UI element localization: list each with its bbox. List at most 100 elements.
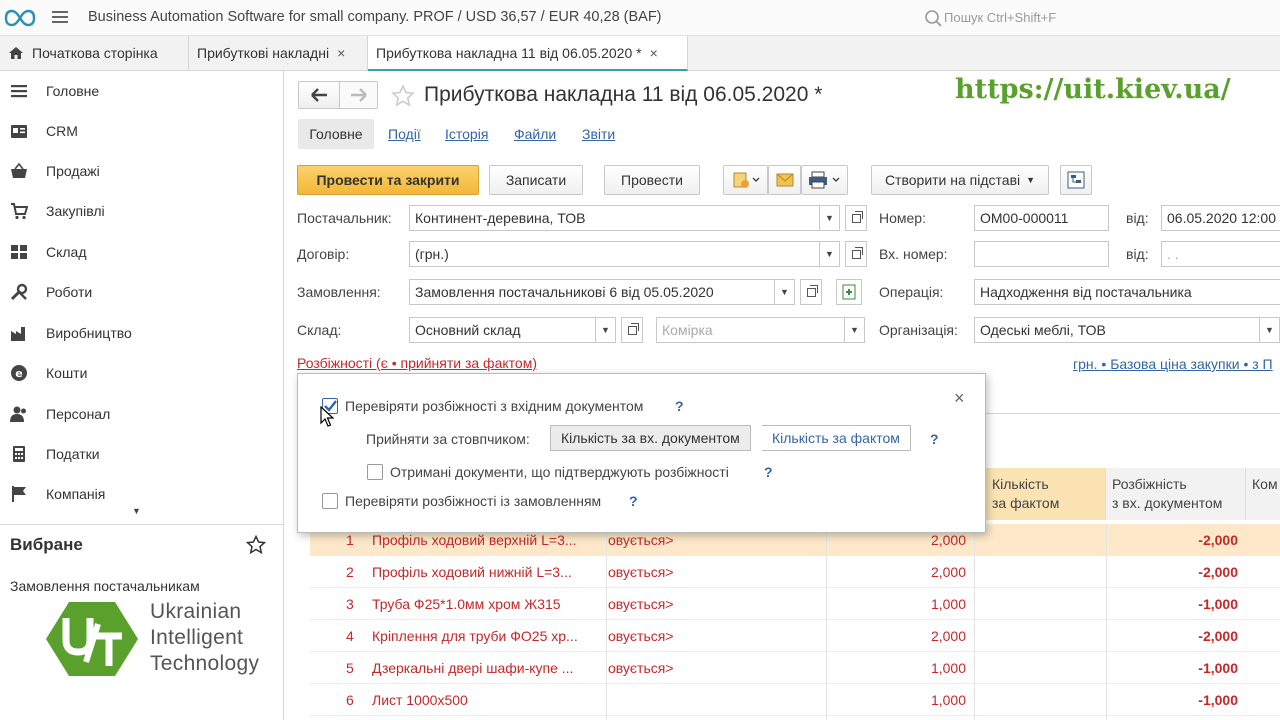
table-row[interactable]: 2 Профіль ходовий нижній L=3... овується… — [310, 556, 1280, 588]
check-order-checkbox[interactable] — [322, 493, 338, 509]
contract-dropdown-icon[interactable]: ▼ — [820, 241, 840, 267]
order-open-icon[interactable] — [800, 279, 822, 305]
menu-lines-icon — [11, 85, 27, 98]
order-dropdown-icon[interactable]: ▼ — [775, 279, 795, 305]
sidebar-item-money[interactable]: e Кошти — [0, 353, 283, 393]
sidebar-item-purchases[interactable]: Закупівлі — [0, 191, 283, 231]
sidebar-item-works[interactable]: Роботи — [0, 272, 283, 312]
column-comment[interactable]: Ком — [1246, 468, 1280, 520]
structure-button[interactable] — [1060, 165, 1092, 195]
discrepancy-link[interactable]: Розбіжності (є • прийняти за фактом) — [297, 355, 537, 371]
contract-open-icon[interactable] — [845, 241, 867, 267]
number-field[interactable]: ОМ00-000011 — [974, 205, 1109, 231]
tab-receipt-document[interactable]: Прибуткова накладна 11 від 06.05.2020 * × — [368, 36, 688, 71]
storage-cell-dropdown-icon[interactable]: ▼ — [845, 317, 865, 343]
chevron-down-icon[interactable]: ▼ — [132, 506, 141, 516]
organization-dropdown-icon[interactable]: ▼ — [1260, 317, 1280, 343]
favorite-star-icon[interactable] — [391, 84, 415, 108]
storage-cell-field[interactable]: Комірка — [656, 317, 845, 343]
close-tab-icon[interactable]: × — [337, 45, 345, 61]
hamburger-menu-icon[interactable] — [52, 9, 68, 25]
sidebar-item-taxes[interactable]: Податки — [0, 434, 283, 474]
table-row[interactable]: 5 Дзеркальні двері шафи-купе ... овуєтьс… — [310, 652, 1280, 684]
form-tab-history[interactable]: Історія — [445, 126, 488, 142]
supplier-dropdown-icon[interactable]: ▼ — [820, 205, 840, 231]
search-input[interactable]: Пошук Ctrl+Shift+F — [944, 10, 1056, 25]
sidebar-item-label: Роботи — [46, 284, 93, 300]
post-and-close-button[interactable]: Провести та закрити — [297, 165, 479, 195]
column-qty-fact[interactable]: Кількість за фактом — [986, 468, 1106, 520]
incoming-number-label: Вх. номер: — [879, 246, 948, 262]
warehouse-dropdown-icon[interactable]: ▼ — [596, 317, 616, 343]
divider — [0, 524, 284, 525]
warehouse-field[interactable]: Основний склад — [409, 317, 596, 343]
arrow-right-icon — [351, 88, 367, 102]
sidebar-item-warehouse[interactable]: Склад — [0, 232, 283, 272]
help-icon[interactable]: ? — [930, 431, 939, 447]
logo-text: Ukrainian — [150, 600, 242, 623]
warehouse-open-icon[interactable] — [621, 317, 643, 343]
post-button[interactable]: Провести — [604, 165, 700, 195]
organization-field[interactable]: Одеські меблі, ТОВ — [974, 317, 1260, 343]
attachments-button[interactable] — [723, 165, 768, 195]
forward-button[interactable] — [340, 81, 378, 109]
close-icon[interactable]: × — [954, 388, 965, 409]
sidebar-item-label: Склад — [46, 244, 87, 260]
column-separator — [606, 524, 607, 720]
app-logo-icon[interactable] — [4, 8, 36, 28]
star-icon[interactable] — [246, 535, 266, 555]
favorite-item[interactable]: Замовлення постачальникам — [10, 578, 200, 594]
accept-by-incoming-option[interactable]: Кількість за вх. документом — [550, 425, 751, 451]
supplier-open-icon[interactable] — [845, 205, 867, 231]
form-tab-reports[interactable]: Звіти — [582, 126, 615, 142]
column-separator — [974, 524, 975, 720]
received-documents-checkbox[interactable] — [367, 464, 383, 480]
create-based-on-button[interactable]: Створити на підставі ▼ — [871, 165, 1049, 195]
column-diff-incoming[interactable]: Розбіжність з вх. документом — [1106, 468, 1246, 520]
basket-icon — [11, 162, 27, 178]
warehouse-icon — [11, 245, 27, 259]
supplier-field[interactable]: Континент-деревина, ТОВ — [409, 205, 820, 231]
row-item-name: Труба Ф25*1.0мм хром Ж315 — [372, 596, 561, 612]
order-field[interactable]: Замовлення постачальникові 6 від 05.05.2… — [409, 279, 775, 305]
contract-field[interactable]: (грн.) — [409, 241, 820, 267]
row-qty: 2,000 — [930, 564, 966, 580]
supplier-label: Постачальник: — [297, 210, 392, 226]
help-icon[interactable]: ? — [629, 493, 638, 509]
accept-by-fact-option[interactable]: Кількість за фактом — [762, 425, 911, 451]
back-button[interactable] — [298, 81, 340, 109]
form-tab-main[interactable]: Головне — [298, 119, 374, 149]
sidebar-item-main[interactable]: Головне — [0, 71, 283, 111]
incoming-date-field[interactable]: . . — [1161, 241, 1280, 267]
received-documents-label: Отримані документи, що підтверджують роз… — [390, 464, 729, 480]
table-row[interactable]: 6 Лист 1000х500 1,000 -1,000 — [310, 684, 1280, 716]
table-row[interactable]: 3 Труба Ф25*1.0мм хром Ж315 овується> 1,… — [310, 588, 1280, 620]
table-row[interactable]: 4 Кріплення для труби ФО25 хр... овуєтьс… — [310, 620, 1280, 652]
row-diff: -1,000 — [1198, 596, 1238, 612]
title-bar: Business Automation Software for small c… — [0, 0, 1280, 36]
date-field[interactable]: 06.05.2020 12:00 — [1161, 205, 1280, 231]
email-button[interactable] — [768, 165, 801, 195]
sidebar-item-label: Продажі — [46, 163, 100, 179]
close-tab-icon[interactable]: × — [650, 45, 658, 61]
tab-receipts-list[interactable]: Прибуткові накладні × — [189, 36, 368, 70]
envelope-icon — [776, 173, 793, 187]
sidebar-item-sales[interactable]: Продажі — [0, 151, 283, 191]
search-icon[interactable] — [924, 9, 942, 27]
fill-from-order-button[interactable] — [836, 279, 862, 305]
save-button[interactable]: Записати — [489, 165, 583, 195]
sidebar-item-crm[interactable]: CRM — [0, 111, 283, 151]
sidebar-item-company[interactable]: Компанія — [0, 474, 283, 514]
operation-field[interactable]: Надходження від постачальника — [974, 279, 1280, 305]
form-tab-events[interactable]: Події — [388, 126, 421, 142]
incoming-number-field[interactable] — [974, 241, 1109, 267]
price-type-link[interactable]: грн. • Базова ціна закупки • з П — [1073, 356, 1273, 372]
tab-home[interactable]: Початкова сторінка — [0, 36, 189, 70]
form-tab-files[interactable]: Файли — [514, 126, 556, 142]
help-icon[interactable]: ? — [675, 398, 684, 414]
help-icon[interactable]: ? — [764, 464, 773, 480]
print-button[interactable] — [801, 165, 848, 195]
sidebar-item-production[interactable]: Виробництво — [0, 313, 283, 353]
organization-label: Організація: — [879, 322, 958, 338]
sidebar-item-personnel[interactable]: Персонал — [0, 394, 283, 434]
